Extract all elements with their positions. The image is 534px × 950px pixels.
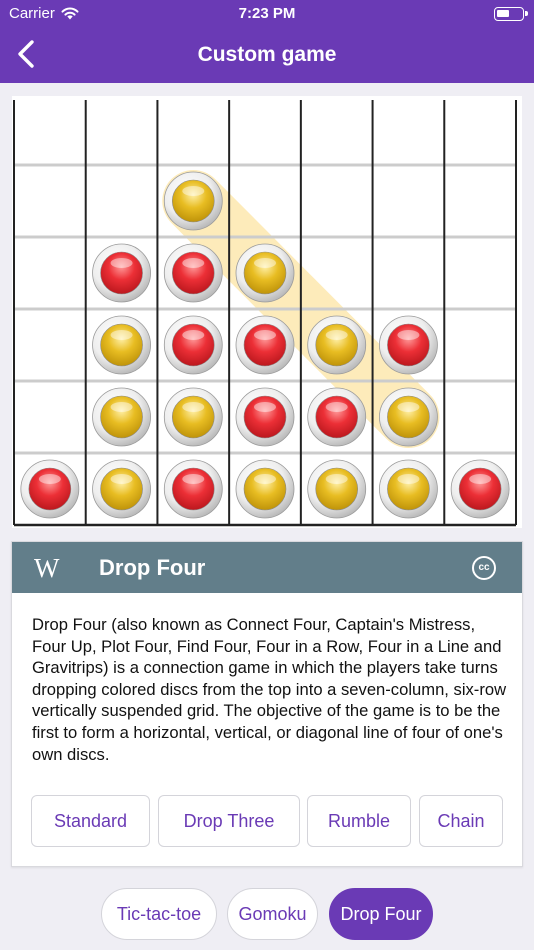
yellow-disc (235, 459, 295, 519)
yellow-disc (307, 459, 367, 519)
status-time: 7:23 PM (238, 5, 296, 22)
variant-buttons: Standard Drop Three Rumble Chain (31, 795, 505, 847)
red-disc (163, 243, 223, 303)
creative-commons-icon[interactable]: cc (472, 556, 496, 580)
variant-standard-button[interactable]: Standard (31, 795, 150, 847)
tab-gomoku[interactable]: Gomoku (227, 888, 318, 940)
game-board[interactable] (12, 96, 522, 528)
game-info-card: W Drop Four cc Drop Four (also known as … (11, 541, 523, 867)
info-header: W Drop Four cc (12, 542, 522, 593)
tab-drop-four[interactable]: Drop Four (329, 888, 433, 940)
yellow-disc (92, 459, 151, 519)
yellow-disc (379, 387, 438, 447)
yellow-disc (163, 171, 223, 231)
status-bar: Carrier 7:23 PM (0, 0, 534, 28)
yellow-disc (163, 387, 223, 447)
yellow-disc (379, 459, 438, 519)
red-disc (235, 387, 295, 447)
red-disc (379, 315, 438, 375)
red-disc (450, 459, 510, 519)
variant-drop-three-button[interactable]: Drop Three (158, 795, 300, 847)
game-selector: Tic-tac-toe Gomoku Drop Four (0, 888, 534, 940)
red-disc (163, 315, 223, 375)
variant-chain-button[interactable]: Chain (419, 795, 503, 847)
page-title: Custom game (197, 43, 337, 66)
tab-tic-tac-toe[interactable]: Tic-tac-toe (101, 888, 217, 940)
variant-rumble-button[interactable]: Rumble (307, 795, 411, 847)
red-disc (20, 459, 80, 519)
red-disc (307, 387, 367, 447)
info-title: Drop Four (99, 555, 206, 580)
red-disc (163, 459, 223, 519)
game-description: Drop Four (also known as Connect Four, C… (32, 615, 507, 764)
red-disc (92, 243, 151, 303)
red-disc (235, 315, 295, 375)
yellow-disc (235, 243, 295, 303)
yellow-disc (92, 315, 151, 375)
wikipedia-logo: W (34, 553, 60, 583)
battery-icon (494, 7, 528, 21)
yellow-disc (307, 315, 367, 375)
navigation-bar: Carrier 7:23 PM Custom game (0, 0, 534, 83)
board-canvas[interactable] (12, 96, 522, 528)
yellow-disc (92, 387, 151, 447)
